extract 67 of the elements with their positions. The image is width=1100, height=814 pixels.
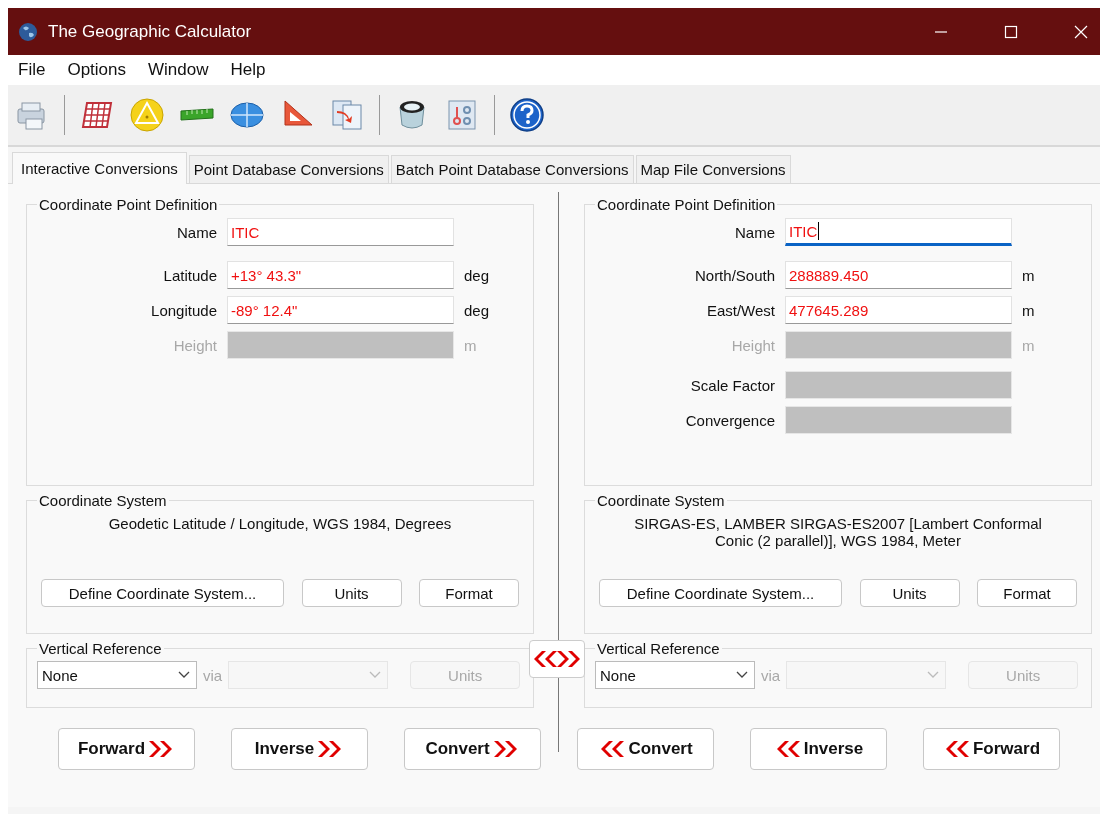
caret-icon xyxy=(178,671,190,679)
menu-item[interactable]: Window xyxy=(148,60,209,80)
field-label: Convergence xyxy=(684,411,775,429)
double-chevron-right-icon xyxy=(557,649,583,669)
input-field[interactable]: 477645.289 xyxy=(785,296,1012,324)
action-button[interactable]: Forward xyxy=(58,728,195,770)
field-label: Longitude xyxy=(150,301,217,319)
input-field[interactable]: -89° 12.4" xyxy=(227,296,454,324)
unit-label: m xyxy=(1022,266,1036,284)
field-label: Height xyxy=(172,336,217,354)
unit-label: deg xyxy=(464,266,491,284)
tab[interactable]: Interactive Conversions xyxy=(12,152,187,184)
via-label: via xyxy=(203,666,223,684)
action-button[interactable]: Forward xyxy=(923,728,1060,770)
tab[interactable]: Point Database Conversions xyxy=(188,155,389,183)
tab[interactable]: Map File Conversions xyxy=(635,155,791,183)
push-button[interactable]: Format xyxy=(977,579,1077,607)
group-title: Coordinate System xyxy=(596,492,726,509)
group-title: Vertical Reference xyxy=(38,640,163,657)
action-button[interactable]: Inverse xyxy=(750,728,887,770)
via-label: via xyxy=(761,666,781,684)
caret-icon xyxy=(927,671,940,679)
field-label: Latitude xyxy=(162,266,217,284)
dropdown[interactable]: None xyxy=(37,661,197,689)
push-button[interactable]: Units xyxy=(301,579,402,607)
action-button[interactable]: Inverse xyxy=(231,728,368,770)
caret-icon xyxy=(736,671,748,679)
input-field[interactable]: 288889.450 xyxy=(785,261,1012,289)
help-icon[interactable] xyxy=(509,97,545,133)
unit-label: m xyxy=(1022,301,1036,319)
coordinate-system-description: SIRGAS-ES, LAMBER SIRGAS-ES2007 [Lambert Conformal Conic (2 parallel)], WGS 1984, Meter xyxy=(633,515,1043,551)
input-field[interactable]: +13° 43.3" xyxy=(227,261,454,289)
documents-arrow-icon[interactable] xyxy=(329,97,365,133)
menu-item[interactable]: Options xyxy=(67,60,126,80)
globe-icon xyxy=(18,21,38,42)
double-chevron-right-icon xyxy=(493,739,520,759)
swap-button[interactable] xyxy=(529,640,585,678)
caret-icon xyxy=(369,671,382,679)
coordinate-system-description: Geodetic Latitude / Longitude, WGS 1984, Degrees xyxy=(107,515,453,534)
group-title: Vertical Reference xyxy=(596,640,721,657)
push-button[interactable]: Units xyxy=(859,579,960,607)
unit-label: deg xyxy=(464,301,491,319)
unit-label: m xyxy=(464,336,478,354)
unit-label: m xyxy=(1022,336,1036,354)
field-label: Name xyxy=(734,223,775,241)
push-button[interactable]: Define Coordinate System... xyxy=(41,579,284,607)
menu-item[interactable]: File xyxy=(18,60,46,80)
field-label: Height xyxy=(730,336,775,354)
tab[interactable]: Batch Point Database Conversions xyxy=(390,155,634,183)
close-icon[interactable] xyxy=(1074,24,1088,39)
push-button[interactable]: Format xyxy=(419,579,519,607)
group-title: Coordinate Point Definition xyxy=(38,196,219,213)
field-label: North/South xyxy=(693,266,775,284)
field-label: Name xyxy=(176,223,217,241)
input-field[interactable]: ITIC xyxy=(227,218,454,246)
action-button[interactable]: Convert xyxy=(404,728,541,770)
push-button[interactable]: Define Coordinate System... xyxy=(599,579,842,607)
field-label: Scale Factor xyxy=(689,376,775,394)
action-button[interactable]: Convert xyxy=(577,728,714,770)
group-title: Coordinate Point Definition xyxy=(596,196,777,213)
input-field[interactable]: ITIC xyxy=(785,218,1012,246)
dropdown[interactable]: None xyxy=(595,661,755,689)
group-title: Coordinate System xyxy=(38,492,168,509)
window-title: The Geographic Calculator xyxy=(48,21,252,42)
field-label: East/West xyxy=(705,301,775,319)
maximize-icon[interactable] xyxy=(1004,24,1018,39)
menu-item[interactable]: Help xyxy=(230,60,266,80)
